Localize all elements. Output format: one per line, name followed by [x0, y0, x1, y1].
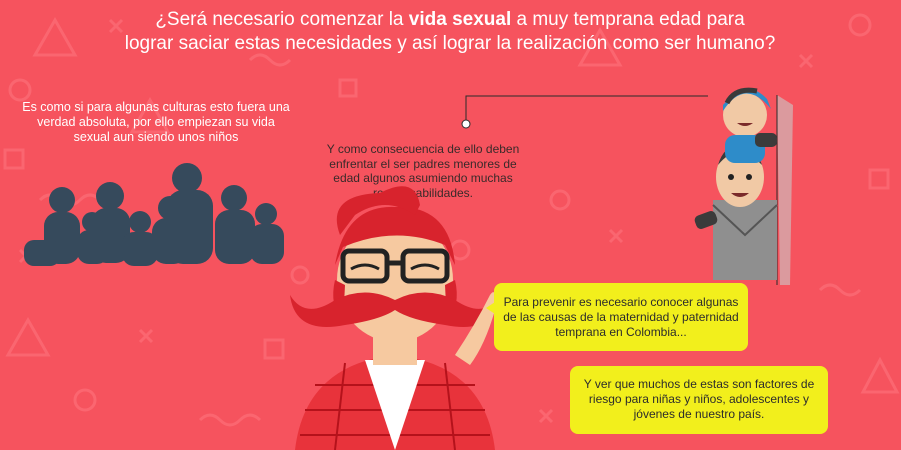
speech-bubble-risk-text: Y ver que muchos de estas son factores d… [583, 377, 815, 421]
speech-bubble-risk: Y ver que muchos de estas son factores d… [570, 366, 828, 434]
page-title: ¿Será necesario comenzar la vida sexual … [70, 8, 830, 56]
children-silhouettes [24, 163, 284, 266]
bubble1-tail [486, 300, 498, 316]
left-text: Es como si para algunas culturas esto fu… [22, 100, 290, 144]
title-line2: lograr saciar estas necesidades y así lo… [124, 33, 776, 54]
title-line1-pre: ¿Será necesario comenzar la [155, 9, 409, 30]
connector-line [461, 95, 708, 129]
father-child-illustration [694, 87, 793, 285]
mustache-man-illustration [290, 186, 500, 450]
title-line1-post: a muy temprana edad para [511, 9, 745, 30]
speech-bubble-prevent: Para prevenir es necesario conocer algun… [494, 283, 748, 351]
title-bold: vida sexual [408, 9, 512, 30]
speech-bubble-prevent-text: Para prevenir es necesario conocer algun… [503, 295, 739, 339]
